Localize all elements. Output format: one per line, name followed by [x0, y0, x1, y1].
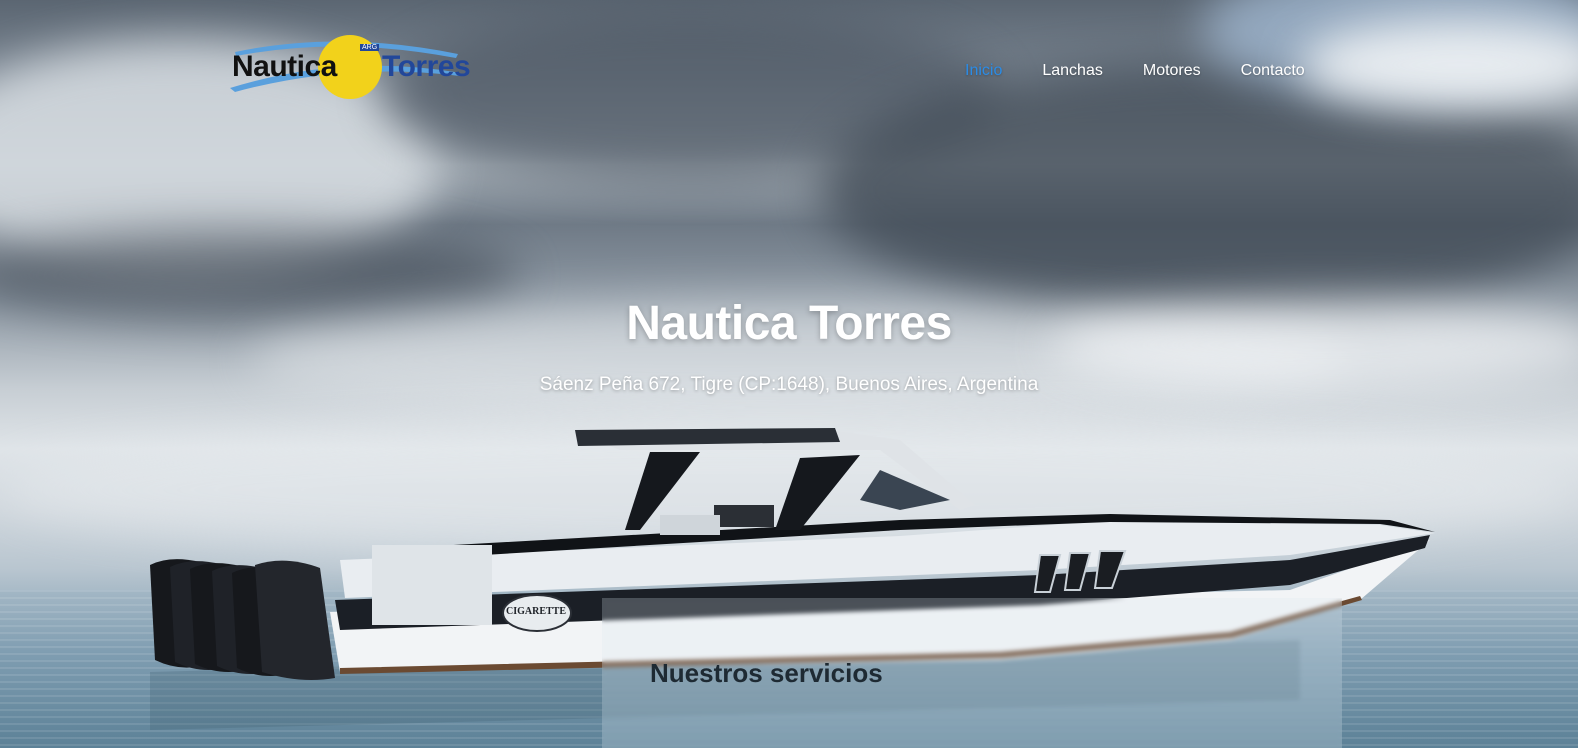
- logo-text-nautica: Nautica: [232, 50, 337, 83]
- boat-name-label: CIGARETTE: [506, 606, 567, 617]
- services-card: Nuestros servicios: [602, 598, 1342, 748]
- nav-link-motores[interactable]: Motores: [1143, 62, 1201, 80]
- logo-text-torres: Torres: [382, 50, 471, 83]
- nav-link-lanchas[interactable]: Lanchas: [1042, 62, 1103, 80]
- hero-title: Nautica Torres: [626, 297, 952, 350]
- hero-address: Sáenz Peña 672, Tigre (CP:1648), Buenos …: [539, 374, 1039, 395]
- nav-link-inicio[interactable]: Inicio: [965, 62, 1002, 80]
- services-title: Nuestros servicios: [650, 658, 883, 688]
- logo-badge: ARG: [360, 44, 380, 51]
- nav-link-contacto[interactable]: Contacto: [1241, 62, 1305, 80]
- logo[interactable]: Nautica Torres ARG: [230, 32, 471, 102]
- main-nav: Inicio Lanchas Motores Contacto: [965, 62, 1305, 80]
